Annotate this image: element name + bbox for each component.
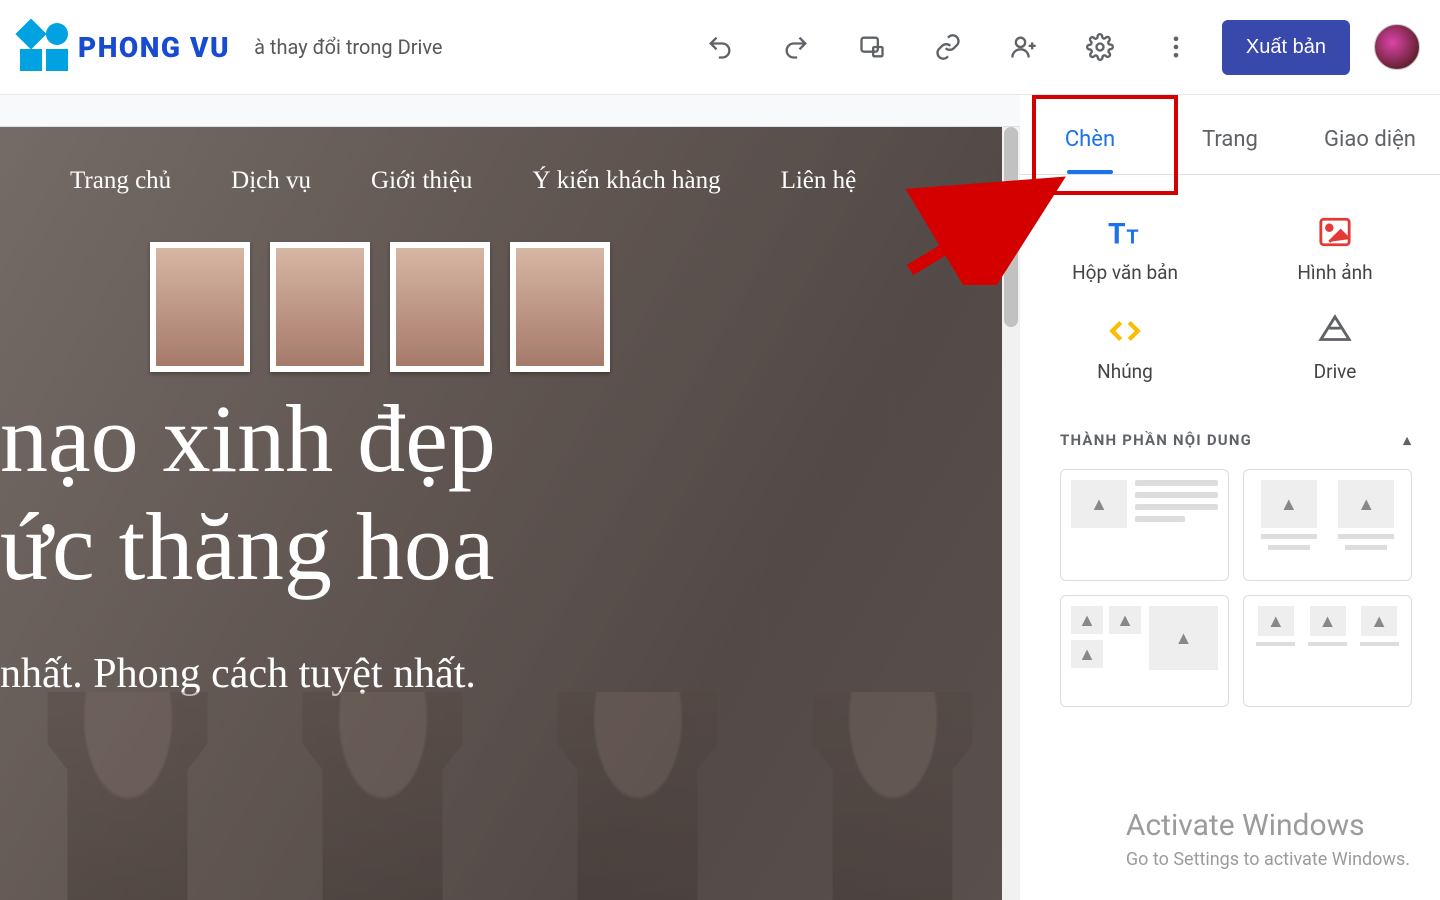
thumbnail-icon: ▲ xyxy=(1261,480,1317,528)
logo-icon xyxy=(20,23,68,71)
thumbnail-icon: ▲ xyxy=(1149,606,1218,670)
publish-button[interactable]: Xuất bản xyxy=(1222,20,1350,75)
canvas-preview[interactable]: Trang chủ Dịch vụ Giới thiệu Ý kiến khác… xyxy=(0,95,1020,900)
layout-grid-4[interactable]: ▲ ▲ ▲ ▲ xyxy=(1060,595,1229,707)
redo-button[interactable] xyxy=(770,21,822,73)
undo-button[interactable] xyxy=(694,21,746,73)
tool-label: Drive xyxy=(1314,360,1357,383)
brand-logo: PHONG VU xyxy=(20,23,230,71)
thumbnail-icon: ▲ xyxy=(1071,480,1127,528)
tool-label: Hình ảnh xyxy=(1297,261,1372,284)
canvas-scrollbar[interactable] xyxy=(1002,127,1020,900)
section-content-blocks: THÀNH PHẦN NỘI DUNG ▴ xyxy=(1020,413,1440,463)
thumbnail-icon: ▲ xyxy=(1338,480,1394,528)
main-area: Trang chủ Dịch vụ Giới thiệu Ý kiến khác… xyxy=(0,95,1440,900)
insert-tools: TT Hộp văn bản Hình ảnh Nhúng Drive xyxy=(1020,175,1440,413)
tool-label: Hộp văn bản xyxy=(1072,261,1178,284)
image-icon xyxy=(1316,215,1354,249)
layout-three-col[interactable]: ▲ ▲ ▲ xyxy=(1243,595,1412,707)
drive-icon xyxy=(1316,314,1354,348)
tool-label: Nhúng xyxy=(1097,360,1153,383)
layout-grid: ▲ ▲▲ ▲ ▲ ▲ ▲ ▲▲▲ xyxy=(1020,463,1440,707)
tab-insert[interactable]: Chèn xyxy=(1020,127,1160,174)
sidebar-tabs: Chèn Trang Giao diện xyxy=(1020,95,1440,175)
layout-image-text[interactable]: ▲ xyxy=(1060,469,1229,581)
text-icon: TT xyxy=(1106,215,1144,249)
expand-icon[interactable]: ▴ xyxy=(1403,431,1412,449)
thumbnail-icon: ▲ xyxy=(1361,606,1397,636)
tool-embed[interactable]: Nhúng xyxy=(1020,304,1230,393)
site-nav: Trang chủ Dịch vụ Giới thiệu Ý kiến khác… xyxy=(0,127,1020,235)
link-button[interactable] xyxy=(922,21,974,73)
hero-photos xyxy=(150,242,610,372)
tool-image[interactable]: Hình ảnh xyxy=(1230,205,1440,294)
thumbnail-icon: ▲ xyxy=(1071,606,1103,634)
thumbnail-icon: ▲ xyxy=(1109,606,1141,634)
svg-text:T: T xyxy=(1108,217,1126,249)
app-header: PHONG VU à thay đổi trong Drive Xuất bản xyxy=(0,0,1440,95)
save-status: à thay đổi trong Drive xyxy=(254,35,442,59)
nav-testimonials[interactable]: Ý kiến khách hàng xyxy=(532,167,720,195)
layout-two-col[interactable]: ▲▲ xyxy=(1243,469,1412,581)
preview-button[interactable] xyxy=(846,21,898,73)
svg-text:T: T xyxy=(1126,225,1138,248)
thumbnail-icon: ▲ xyxy=(1310,606,1346,636)
tool-textbox[interactable]: TT Hộp văn bản xyxy=(1020,205,1230,294)
hero-bg-chairs xyxy=(0,640,1020,900)
nav-services[interactable]: Dịch vụ xyxy=(231,167,311,195)
nav-contact[interactable]: Liên hệ xyxy=(781,167,857,195)
logo-text: PHONG VU xyxy=(78,31,230,64)
tab-pages[interactable]: Trang xyxy=(1160,127,1300,174)
hero-section[interactable]: Trang chủ Dịch vụ Giới thiệu Ý kiến khác… xyxy=(0,127,1020,900)
settings-button[interactable] xyxy=(1074,21,1126,73)
thumbnail-icon: ▲ xyxy=(1071,640,1103,668)
account-avatar[interactable] xyxy=(1374,24,1420,70)
thumbnail-icon: ▲ xyxy=(1258,606,1294,636)
tab-themes[interactable]: Giao diện xyxy=(1300,127,1440,174)
right-sidebar: Chèn Trang Giao diện TT Hộp văn bản Hình… xyxy=(1020,95,1440,900)
code-icon xyxy=(1106,314,1144,348)
ruler xyxy=(0,95,1020,127)
nav-home[interactable]: Trang chủ xyxy=(70,167,171,195)
tool-drive[interactable]: Drive xyxy=(1230,304,1440,393)
share-button[interactable] xyxy=(998,21,1050,73)
hero-title[interactable]: nạo xinh đẹp ức thăng hoa xyxy=(0,385,1020,600)
nav-about[interactable]: Giới thiệu xyxy=(371,167,472,195)
more-button[interactable] xyxy=(1150,21,1202,73)
